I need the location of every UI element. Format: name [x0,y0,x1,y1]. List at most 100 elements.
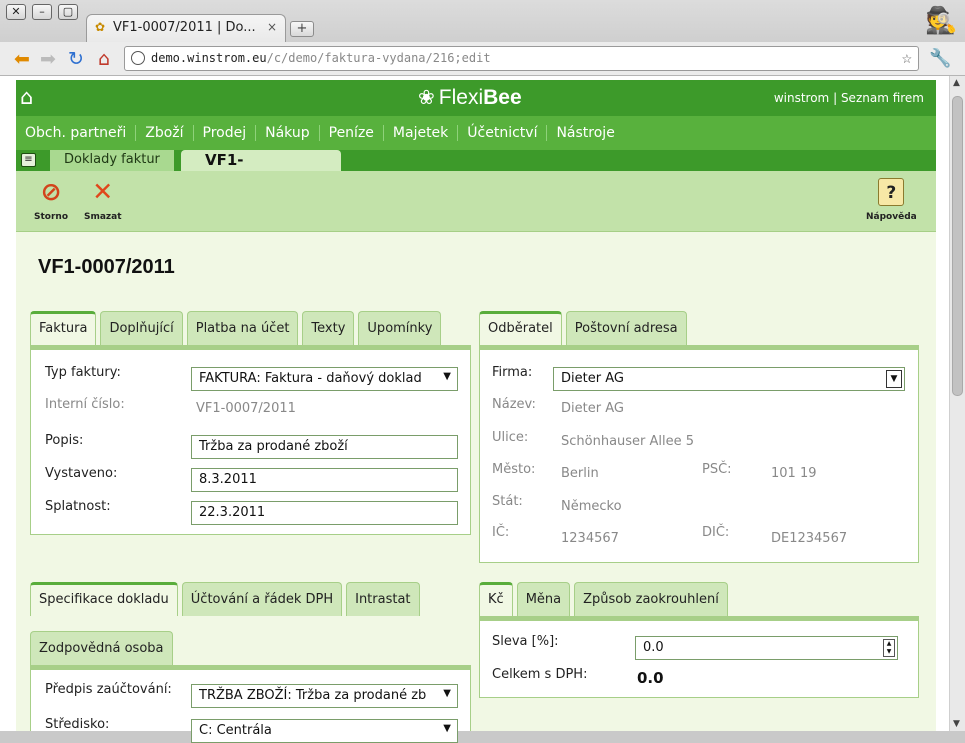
type-label: Typ faktury: [45,365,121,380]
tab-zaokrouhleni[interactable]: Způsob zaokrouhlení [574,582,728,616]
tab-odberatel[interactable]: Odběratel [479,311,562,345]
dropdown-arrow-icon: ▼ [443,688,451,699]
street-value: Schönhauser Allee 5 [561,434,695,449]
window-close-icon[interactable]: ✕ [6,4,26,20]
browser-tab[interactable]: ✿ VF1-0007/2011 | Do... × [86,14,286,42]
due-date-input[interactable]: 22.3.2011 [191,501,458,525]
zip-label: PSČ: [702,462,732,477]
storno-button[interactable]: ⊘ Storno [34,177,68,223]
help-icon: ? [878,178,905,206]
delete-button[interactable]: ✕ Smazat [84,177,122,223]
internal-number-label: Interní číslo: [45,397,125,412]
issued-label: Vystaveno: [45,466,118,481]
sum-panel: Sleva [%]: 0.0 ▲ ▼ Celkem s DPH: 0.0 [479,616,919,698]
discount-input[interactable]: 0.0 ▲ ▼ [635,636,898,660]
invoice-type-select[interactable]: FAKTURA: Faktura - daňový doklad ▼ [191,367,458,391]
menu-item-sales[interactable]: Prodej [192,125,256,141]
storno-icon: ⊘ [40,177,62,206]
tab-faktura[interactable]: Faktura [30,311,97,345]
spec-tabs-row2: Zodpovědná osoba [30,631,173,665]
posting-select[interactable]: TRŽBA ZBOŽÍ: Tržba za prodané zb ▼ [191,684,458,708]
reload-icon[interactable]: ↻ [64,47,88,71]
scroll-thumb[interactable] [952,96,963,396]
menu-item-purchase[interactable]: Nákup [255,125,319,141]
issued-date-input[interactable]: 8.3.2011 [191,468,458,492]
tab-postovni-adresa[interactable]: Poštovní adresa [565,311,687,345]
firm-select[interactable]: Dieter AG ▼ [553,367,905,391]
firm-label: Firma: [492,365,533,380]
delete-icon: ✕ [92,177,114,206]
breadcrumb: ≡ Doklady faktur VF1-0007/2011 [16,150,936,187]
user-link[interactable]: winstrom [774,91,829,105]
city-value: Berlin [561,466,599,481]
help-button[interactable]: ? Nápověda [866,178,917,222]
bookmark-star-icon[interactable]: ☆ [902,48,912,68]
tab-mena[interactable]: Měna [516,582,571,616]
dropdown-arrow-icon: ▼ [443,371,451,382]
menu-item-goods[interactable]: Zboží [135,125,192,141]
tab-zodpovedna-osoba[interactable]: Zodpovědná osoba [30,631,173,665]
tab-intrastat[interactable]: Intrastat [346,582,420,616]
logo-icon: ❀ [418,87,435,109]
tab-uctovani[interactable]: Účtování a řádek DPH [181,582,343,616]
tab-texty[interactable]: Texty [302,311,355,345]
description-input[interactable]: Tržba za prodané zboží [191,435,458,459]
spec-tabs: Specifikace dokladu Účtování a řádek DPH… [30,582,420,616]
menu-item-accounting[interactable]: Účetnictví [457,125,546,141]
spec-panel: Předpis zaúčtování: TRŽBA ZBOŽÍ: Tržba z… [30,665,471,743]
invoice-panel: Typ faktury: FAKTURA: Faktura - daňový d… [30,345,471,535]
user-links: winstrom | Seznam firem [773,91,924,105]
tab-title: VF1-0007/2011 | Do... [113,20,256,35]
tab-upominky[interactable]: Upomínky [358,311,442,345]
dic-label: DIČ: [702,525,730,540]
window-minimize-icon[interactable]: – [32,4,52,20]
globe-icon [131,51,145,65]
posting-label: Předpis zaúčtování: [45,682,172,697]
city-label: Město: [492,462,536,477]
window-maximize-icon[interactable]: ▢ [58,4,78,20]
ic-label: IČ: [492,525,510,540]
spinner-icon[interactable]: ▲ ▼ [883,639,895,657]
breadcrumb-current: VF1-0007/2011 [181,150,341,187]
page-title: VF1-0007/2011 [38,256,175,278]
tab-close-icon[interactable]: × [267,20,277,34]
street-label: Ulice: [492,430,529,445]
center-select[interactable]: C: Centrála ▼ [191,719,458,743]
breadcrumb-parent[interactable]: Doklady faktur [50,150,174,171]
scroll-up-icon[interactable]: ▲ [953,78,960,88]
menu-item-money[interactable]: Peníze [318,125,383,141]
home-icon[interactable]: ⌂ [20,86,42,108]
tab-kc[interactable]: Kč [479,582,513,616]
center-label: Středisko: [45,717,110,732]
list-icon[interactable]: ≡ [21,153,36,167]
menu-item-tools[interactable]: Nástroje [546,125,623,141]
main-menu: Obch. partneři Zboží Prodej Nákup Peníze… [16,116,936,150]
total-value: 0.0 [637,669,664,687]
discount-label: Sleva [%]: [492,634,559,649]
wrench-icon[interactable]: 🔧 [929,48,951,70]
forward-icon[interactable]: ➡ [36,47,60,71]
menu-item-partners[interactable]: Obch. partneři [16,125,135,141]
sum-tabs: Kč Měna Způsob zaokrouhlení [479,582,728,616]
home-page-icon[interactable]: ⌂ [92,47,116,71]
scroll-down-icon[interactable]: ▼ [953,719,960,729]
back-icon[interactable]: ⬅ [10,47,34,71]
internal-number-value: VF1-0007/2011 [196,401,296,416]
country-value: Německo [561,499,622,514]
flexibee-logo: ❀ FlexiBee [418,86,522,109]
name-label: Název: [492,397,536,412]
menu-item-assets[interactable]: Majetek [382,125,457,141]
flexibee-app: ⌂ ❀ FlexiBee winstrom | Seznam firem Obch… [16,80,936,743]
tab-specifikace[interactable]: Specifikace dokladu [30,582,178,616]
country-label: Stát: [492,494,523,509]
tab-doplnujici[interactable]: Doplňující [100,311,183,345]
url-path: /c/demo/faktura-vydana/216;edit [266,51,491,65]
dropdown-arrow-icon: ▼ [443,723,451,734]
dic-value: DE1234567 [771,531,848,546]
tab-platba[interactable]: Platba na účet [186,311,299,345]
address-bar[interactable]: demo.winstrom.eu/c/demo/faktura-vydana/2… [124,46,919,71]
new-tab-button[interactable]: + [290,21,314,37]
page-scrollbar[interactable]: ▲ ▼ [949,76,965,731]
incognito-icon: 🕵 [925,6,958,36]
companies-link[interactable]: Seznam firem [841,91,924,105]
